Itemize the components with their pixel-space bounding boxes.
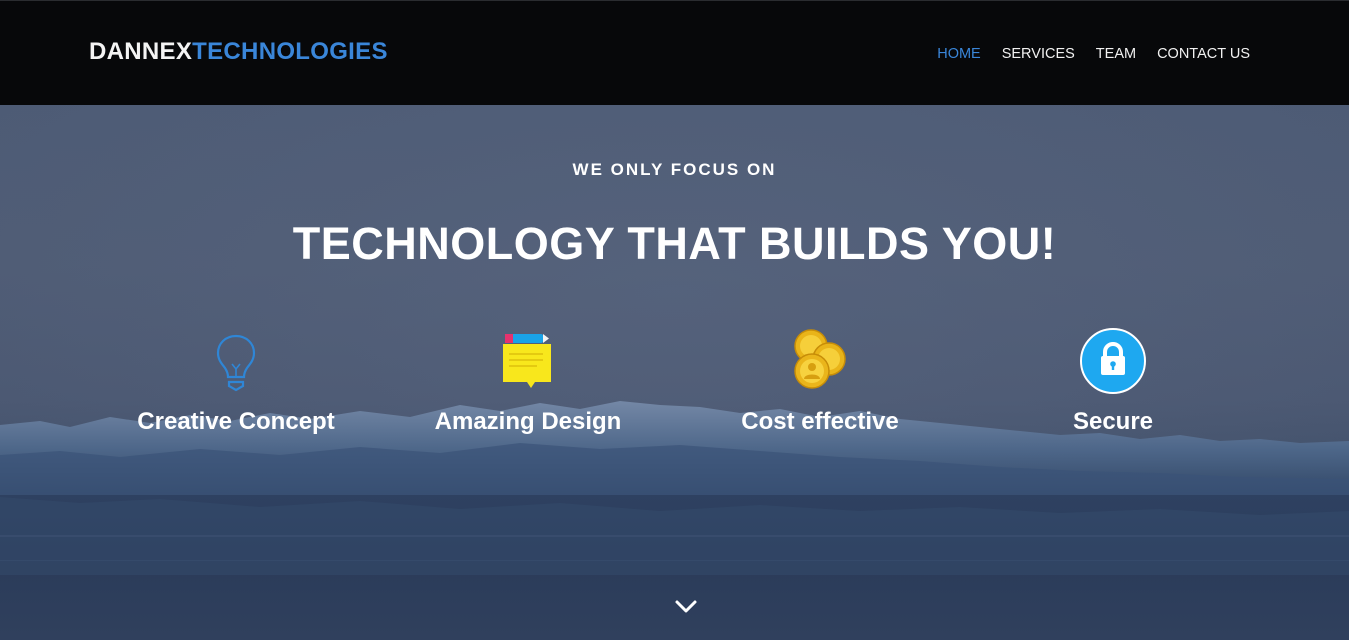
sticky-note-icon bbox=[503, 334, 551, 388]
feature-amazing-design: Amazing Design bbox=[378, 326, 678, 436]
site-header: DANNEXTECHNOLOGIES HOME SERVICES TEAM CO… bbox=[0, 0, 1349, 105]
nav-item-services[interactable]: SERVICES bbox=[1002, 45, 1075, 63]
nav-item-contact-us[interactable]: CONTACT US bbox=[1157, 45, 1250, 63]
brand-logo[interactable]: DANNEXTECHNOLOGIES bbox=[89, 38, 388, 66]
brand-name-part1: DANNEX bbox=[89, 38, 193, 65]
feature-label: Creative Concept bbox=[137, 408, 335, 435]
landing-page: DANNEXTECHNOLOGIES HOME SERVICES TEAM CO… bbox=[0, 0, 1349, 640]
feature-creative-concept: Creative Concept bbox=[86, 326, 386, 436]
brand-name-part2: TECHNOLOGIES bbox=[192, 38, 388, 65]
hero-eyebrow: WE ONLY FOCUS ON bbox=[572, 160, 777, 179]
feature-secure: Secure bbox=[963, 326, 1263, 436]
main-nav: HOME SERVICES TEAM CONTACT US bbox=[937, 45, 1250, 63]
feature-label: Secure bbox=[1072, 408, 1154, 435]
lock-icon bbox=[1080, 328, 1146, 394]
coins-icon bbox=[794, 329, 846, 389]
nav-item-team[interactable]: TEAM bbox=[1096, 45, 1136, 63]
hero-headline: TECHNOLOGY THAT BUILDS YOU! bbox=[292, 218, 1057, 269]
feature-cost-effective: Cost effective bbox=[670, 326, 970, 436]
feature-label: Amazing Design bbox=[434, 408, 622, 435]
chevron-down-icon[interactable] bbox=[672, 598, 700, 618]
nav-item-home[interactable]: HOME bbox=[937, 45, 981, 63]
lightbulb-icon bbox=[216, 334, 256, 392]
feature-label: Cost effective bbox=[741, 408, 899, 435]
